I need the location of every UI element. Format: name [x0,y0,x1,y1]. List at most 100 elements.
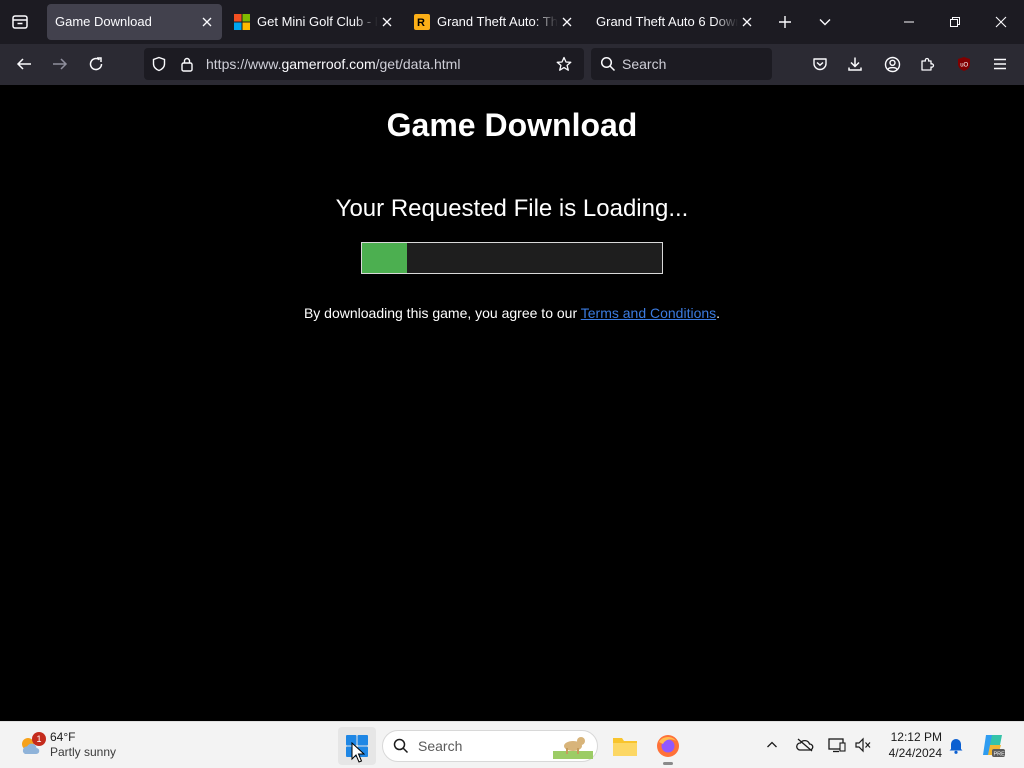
list-all-tabs-button[interactable] [813,10,837,34]
url-bar[interactable]: https://www.gamerroof.com/get/data.html [144,48,584,80]
onedrive-icon [796,738,814,752]
tab-close-button[interactable] [738,13,756,31]
lock-icon[interactable] [178,55,196,73]
close-window-button[interactable] [984,8,1018,36]
download-icon [848,57,862,71]
forward-arrow-icon [53,58,68,70]
copilot-button[interactable]: PRE [978,730,1008,760]
bookmark-star-button[interactable] [554,55,574,73]
terms-and-conditions-link[interactable]: Terms and Conditions [581,305,716,321]
close-icon [995,16,1007,28]
tab-close-button[interactable] [198,13,216,31]
url-text[interactable]: https://www.gamerroof.com/get/data.html [206,56,460,72]
notification-button[interactable] [946,734,966,756]
reload-button[interactable] [84,52,108,76]
weather-widget[interactable]: 1 64°F Partly sunny [16,728,136,764]
tab-close-button[interactable] [558,13,576,31]
search-highlight-dog-icon [553,733,593,764]
url-path: /get/data.html [375,56,461,72]
svg-text:uO: uO [960,63,968,69]
weather-badge: 1 [32,732,46,746]
plus-icon [779,16,791,28]
ublock-origin-button[interactable]: uO [952,52,976,76]
tab-fade [354,12,378,32]
tab-label: Game Download [55,14,152,29]
firefox-view-button[interactable] [8,10,32,34]
tab-game-download[interactable]: Game Download [47,4,222,40]
navigation-toolbar: https://www.gamerroof.com/get/data.html … [0,44,1024,85]
pocket-icon [813,58,827,71]
page-content: Game Download Your Requested File is Loa… [0,85,1024,721]
tab-gta-the[interactable]: R Grand Theft Auto: The [406,4,582,40]
star-icon [556,56,572,71]
close-icon [742,17,752,27]
search-bar[interactable]: Search [591,48,772,80]
search-icon [393,738,409,759]
extensions-button[interactable] [916,52,940,76]
tracking-protection-shield-icon[interactable] [150,55,168,73]
network-muted-icon [855,737,871,753]
restore-icon [950,17,960,27]
rockstar-logo-icon: R [414,14,430,30]
agree-prefix: By downloading this game, you agree to o… [303,305,581,321]
onedrive-button[interactable] [794,734,816,756]
restore-button[interactable] [938,8,972,36]
svg-text:PRE: PRE [994,752,1006,758]
chevron-down-icon [819,19,831,26]
show-hidden-icons-button[interactable] [762,734,782,756]
search-icon [599,55,617,73]
tab-close-button[interactable] [378,13,396,31]
hamburger-menu-icon [994,58,1006,70]
taskbar-search[interactable]: Search [382,730,598,762]
close-icon [202,17,212,27]
minimize-icon [904,21,914,23]
weather-description: Partly sunny [50,745,117,759]
reload-icon [89,57,103,71]
account-icon [884,56,900,72]
system-clock[interactable]: 12:12 PM 4/24/2024 [878,729,942,761]
downloads-button[interactable] [843,52,867,76]
url-domain: gamerroof.com [281,56,376,72]
account-button[interactable] [880,52,904,76]
back-button[interactable] [12,52,36,76]
display-button[interactable] [826,734,848,756]
mouse-cursor-icon [351,742,365,763]
pocket-button[interactable] [808,52,832,76]
tab-mini-golf[interactable]: Get Mini Golf Club - M [226,4,402,40]
network-volume-button[interactable] [852,734,874,756]
back-arrow-icon [16,58,31,70]
firefox-view-icon [12,15,28,29]
copilot-icon: PRE [983,735,1006,758]
new-tab-button[interactable] [773,10,797,34]
agree-suffix: . [716,305,721,321]
forward-button[interactable] [48,52,72,76]
close-icon [382,17,392,27]
clock-date: 4/24/2024 [888,746,942,760]
tab-fade [714,12,738,32]
puzzle-icon [921,57,935,71]
display-icon [828,738,846,753]
search-placeholder: Search [622,56,667,72]
url-prefix: https://www. [206,56,282,72]
progress-fill [362,243,407,273]
running-indicator [663,762,673,765]
terms-agreement-text: By downloading this game, you agree to o… [0,305,1024,321]
ublock-origin-icon: uO [958,57,970,71]
page-title: Game Download [386,107,638,143]
clock-time: 12:12 PM [890,730,942,744]
microsoft-logo-icon [234,14,250,30]
chevron-up-icon [767,741,777,748]
tab-gta6-download[interactable]: Grand Theft Auto 6 Downl [586,4,762,40]
weather-temperature: 64°F [50,730,76,744]
svg-text:R: R [417,17,425,29]
taskbar-search-placeholder: Search [418,738,463,754]
close-icon [562,17,572,27]
firefox-taskbar-button[interactable] [650,728,686,764]
file-explorer-icon [613,738,637,756]
minimize-button[interactable] [892,8,926,36]
windows-taskbar: 1 64°F Partly sunny Search 12:12 PM 4/24… [0,721,1024,768]
file-explorer-button[interactable] [607,728,643,764]
tab-strip: Game Download Get Mini Golf Club - M R G… [0,0,1024,44]
tab-fade [534,12,558,32]
app-menu-button[interactable] [988,52,1012,76]
